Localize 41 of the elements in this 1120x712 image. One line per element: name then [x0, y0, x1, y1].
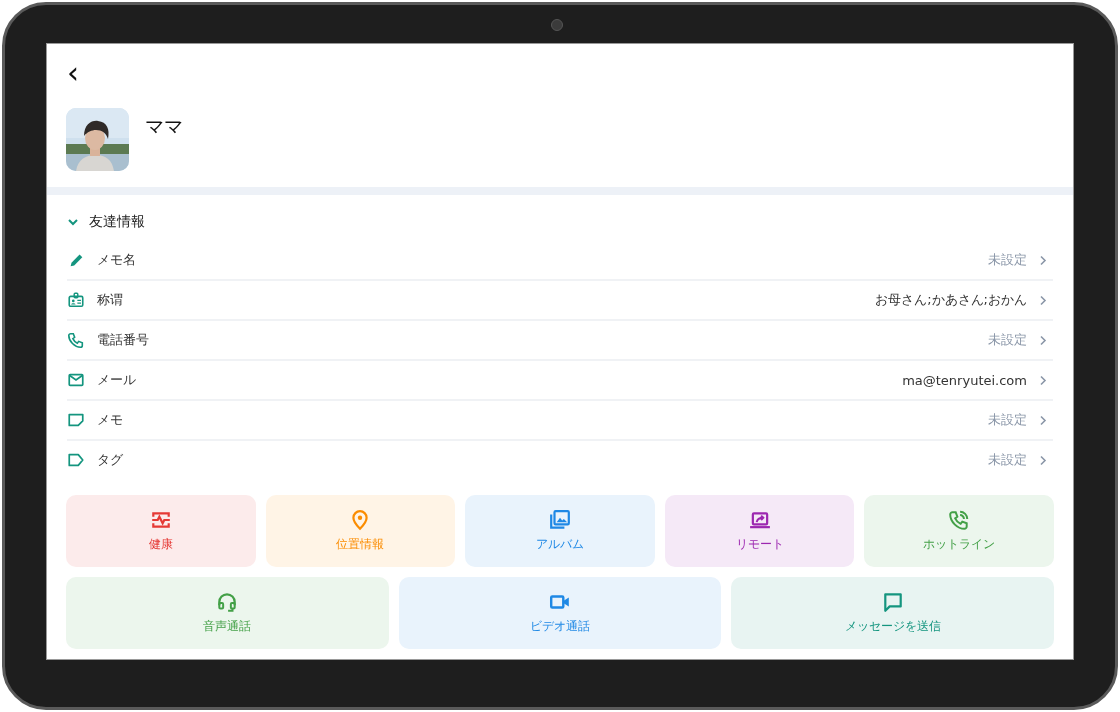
info-row[interactable]: メモ名 未設定 — [67, 241, 1053, 281]
action-tile[interactable]: アルバム — [465, 495, 655, 567]
action-tile[interactable]: 健康 — [66, 495, 256, 567]
info-row[interactable]: メール ma@tenryutei.com — [67, 361, 1053, 401]
mail-icon — [67, 371, 85, 389]
action-tile[interactable]: メッセージを送信 — [731, 577, 1054, 649]
row-value: 未設定 — [988, 251, 1027, 269]
note-icon — [67, 411, 85, 429]
row-value: お母さん;かあさん;おかん — [875, 291, 1027, 309]
row-label: メモ名 — [97, 251, 137, 269]
row-label: 称谓 — [97, 291, 124, 309]
contact-name: ママ — [145, 114, 183, 139]
action-tile[interactable]: リモート — [664, 495, 855, 567]
info-row[interactable]: 称谓 お母さん;かあさん;おかん — [67, 281, 1053, 321]
action-tile[interactable]: 音声通話 — [66, 577, 389, 649]
row-value: ma@tenryutei.com — [902, 372, 1027, 388]
info-row[interactable]: 電話番号 未設定 — [67, 321, 1053, 361]
info-row[interactable]: タグ 未設定 — [67, 441, 1053, 479]
row-label: メモ — [97, 411, 124, 429]
row-label: 電話番号 — [97, 331, 150, 349]
section-title: 友達情報 — [89, 213, 145, 231]
row-value: 未設定 — [988, 331, 1027, 349]
row-label: タグ — [97, 451, 124, 469]
id-badge-icon — [67, 291, 85, 309]
tag-icon — [67, 451, 85, 469]
action-tile[interactable]: ビデオ通話 — [398, 577, 722, 649]
chevron-right-icon — [1039, 454, 1047, 466]
row-value: 未設定 — [988, 451, 1027, 469]
camera-dot — [551, 19, 563, 31]
chevron-right-icon — [1039, 414, 1047, 426]
row-value: 未設定 — [988, 411, 1027, 429]
chevron-down-icon[interactable] — [67, 216, 79, 228]
phone-icon — [67, 331, 85, 349]
chevron-right-icon — [1039, 254, 1047, 266]
chevron-right-icon — [1039, 294, 1047, 306]
row-label: メール — [97, 371, 137, 389]
back-button[interactable]: ‹ — [61, 58, 85, 88]
chevron-right-icon — [1039, 374, 1047, 386]
chevron-right-icon — [1039, 334, 1047, 346]
info-row[interactable]: メモ 未設定 — [67, 401, 1053, 441]
action-tile[interactable]: ホットライン — [864, 495, 1054, 567]
